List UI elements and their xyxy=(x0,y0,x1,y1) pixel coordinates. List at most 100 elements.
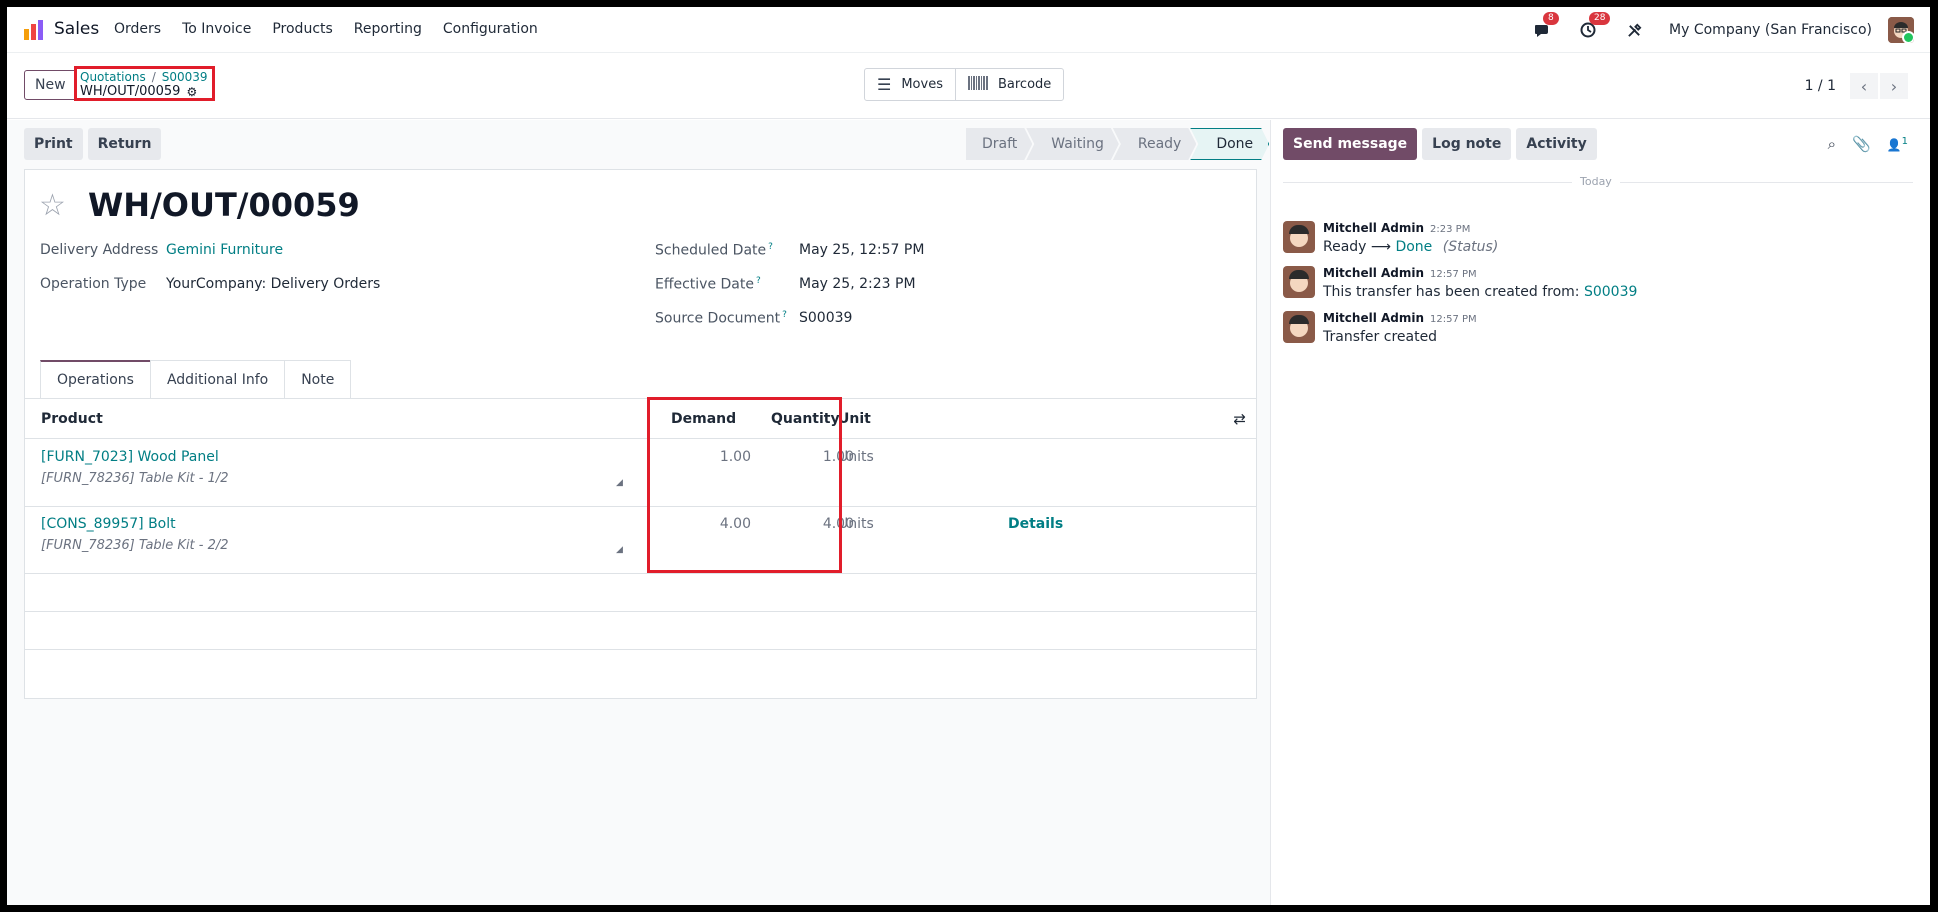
moves-label: Moves xyxy=(901,77,943,92)
breadcrumb-separator: / xyxy=(151,70,156,84)
date-separator-label: Today xyxy=(1572,175,1620,188)
barcode-icon xyxy=(967,75,988,94)
status-from: Ready xyxy=(1323,239,1367,255)
breadcrumb-quotations[interactable]: Quotations xyxy=(80,70,146,84)
star-icon[interactable]: ☆ xyxy=(39,188,66,223)
user-avatar[interactable] xyxy=(1888,17,1914,43)
scheduled-date-value[interactable]: May 25, 12:57 PM xyxy=(799,242,924,258)
delivery-address-value[interactable]: Gemini Furniture xyxy=(166,242,283,258)
main-menu: Orders To Invoice Products Reporting Con… xyxy=(114,21,559,37)
pager-value[interactable]: 1 / 1 xyxy=(1805,78,1836,94)
message-text: Transfer created xyxy=(1323,329,1438,345)
optional-columns-icon[interactable]: ⇄ xyxy=(1233,410,1246,428)
table-header: Product Demand Quantity Unit ⇄ xyxy=(25,399,1256,439)
barcode-label: Barcode xyxy=(997,77,1052,92)
help-icon[interactable]: ? xyxy=(782,310,787,320)
stage-draft[interactable]: Draft xyxy=(966,128,1032,160)
send-message-button[interactable]: Send message xyxy=(1283,128,1418,160)
author-avatar[interactable] xyxy=(1283,311,1315,343)
status-to: Done xyxy=(1395,239,1433,255)
systray: 8 28 My Company (San Francisco) xyxy=(1531,7,1930,53)
table-row[interactable]: [CONS_89957] Bolt [FURN_78236] Table Kit… xyxy=(25,507,1256,574)
scheduled-date-label: Scheduled Date? xyxy=(655,242,773,259)
new-button[interactable]: New xyxy=(24,70,77,100)
print-button[interactable]: Print xyxy=(24,128,83,160)
author-name[interactable]: Mitchell Admin xyxy=(1323,221,1424,235)
followers-icon[interactable]: 👤1 xyxy=(1887,136,1908,152)
arrow-right-icon: ⟶ xyxy=(1370,239,1396,255)
product-description[interactable]: [FURN_78236] Table Kit - 1/2 xyxy=(41,471,229,486)
effective-date-value[interactable]: May 25, 2:23 PM xyxy=(799,276,916,292)
breadcrumb-order[interactable]: S00039 xyxy=(162,70,208,84)
pager-next-icon[interactable]: › xyxy=(1880,73,1908,99)
author-name[interactable]: Mitchell Admin xyxy=(1323,311,1424,325)
sales-app-icon[interactable] xyxy=(23,19,45,41)
pager-previous-icon[interactable]: ‹ xyxy=(1850,73,1878,99)
stage-ready[interactable]: Ready xyxy=(1113,128,1196,160)
log-note-button[interactable]: Log note xyxy=(1422,128,1512,160)
message-link[interactable]: S00039 xyxy=(1584,284,1637,300)
product-link[interactable]: [FURN_7023] Wood Panel xyxy=(41,449,219,465)
activity-button[interactable]: Activity xyxy=(1516,128,1597,160)
operation-type-label: Operation Type xyxy=(40,276,147,292)
product-link[interactable]: [CONS_89957] Bolt xyxy=(41,516,176,532)
breadcrumb: Quotations / S00039 WH/OUT/00059 ⚙ xyxy=(74,66,215,101)
header-unit[interactable]: Unit xyxy=(838,411,871,427)
menu-products[interactable]: Products xyxy=(272,21,332,37)
gear-icon[interactable]: ⚙ xyxy=(186,84,197,100)
activities-icon[interactable]: 28 xyxy=(1577,12,1611,41)
form-view: Print Return Draft Waiting Ready Done ☆ … xyxy=(7,120,1270,905)
table-row[interactable]: [FURN_7023] Wood Panel [FURN_78236] Tabl… xyxy=(25,440,1256,507)
effective-date-label: Effective Date? xyxy=(655,276,761,293)
status-field: (Status) xyxy=(1442,239,1499,255)
paperclip-icon[interactable]: 📎 xyxy=(1852,135,1871,153)
stage-waiting[interactable]: Waiting xyxy=(1026,128,1119,160)
smart-buttons: ☰ Moves Barcode xyxy=(864,68,1065,101)
tab-operations[interactable]: Operations xyxy=(40,360,151,398)
app-name[interactable]: Sales xyxy=(54,19,99,39)
source-document-value[interactable]: S00039 xyxy=(799,310,852,326)
source-document-label: Source Document? xyxy=(655,310,787,327)
product-description[interactable]: [FURN_78236] Table Kit - 2/2 xyxy=(41,538,229,553)
chatter-tools: ⌕ 📎 👤1 xyxy=(1812,135,1908,153)
message-time: 12:57 PM xyxy=(1430,269,1477,280)
author-avatar[interactable] xyxy=(1283,221,1315,253)
menu-orders[interactable]: Orders xyxy=(114,21,161,37)
empty-row xyxy=(25,574,1256,612)
stage-done[interactable]: Done xyxy=(1190,128,1269,160)
message-body: Ready ⟶ Done (Status) xyxy=(1323,239,1498,255)
company-switcher[interactable]: My Company (San Francisco) xyxy=(1669,22,1872,38)
help-icon[interactable]: ? xyxy=(756,276,761,286)
menu-reporting[interactable]: Reporting xyxy=(354,21,422,37)
top-navbar: Sales Orders To Invoice Products Reporti… xyxy=(7,7,1930,53)
breadcrumb-current: WH/OUT/00059 xyxy=(80,84,181,99)
unit-value: Units xyxy=(838,449,874,465)
header-product[interactable]: Product xyxy=(41,411,103,427)
help-icon[interactable]: ? xyxy=(768,242,773,252)
author-name[interactable]: Mitchell Admin xyxy=(1323,266,1424,280)
tab-note[interactable]: Note xyxy=(284,360,352,398)
delivery-address-label: Delivery Address xyxy=(40,242,159,258)
resize-handle-icon[interactable]: ◢ xyxy=(616,545,623,555)
chatter-panel: Send message Log note Activity ⌕ 📎 👤1 To… xyxy=(1270,120,1930,905)
menu-configuration[interactable]: Configuration xyxy=(443,21,538,37)
tab-additional-info[interactable]: Additional Info xyxy=(149,360,286,398)
form-sheet: ☆ WH/OUT/00059 Delivery Address Gemini F… xyxy=(24,169,1257,699)
moves-button[interactable]: ☰ Moves xyxy=(865,69,955,100)
return-button[interactable]: Return xyxy=(87,128,162,160)
details-button[interactable]: Details xyxy=(1008,516,1063,532)
message-body: Transfer created xyxy=(1323,329,1437,345)
message-body: This transfer has been created from: S00… xyxy=(1323,284,1637,300)
author-avatar[interactable] xyxy=(1283,266,1315,298)
messages-icon[interactable]: 8 xyxy=(1531,12,1559,41)
operation-type-value[interactable]: YourCompany: Delivery Orders xyxy=(166,276,380,292)
debug-tools-icon[interactable] xyxy=(1623,19,1645,41)
empty-row xyxy=(25,612,1256,650)
resize-handle-icon[interactable]: ◢ xyxy=(616,478,623,488)
search-icon[interactable]: ⌕ xyxy=(1828,135,1836,153)
pager: 1 / 1 ‹ › xyxy=(1805,73,1908,99)
form-actions: Print Return xyxy=(24,128,166,160)
message-time: 2:23 PM xyxy=(1430,224,1471,235)
barcode-button[interactable]: Barcode xyxy=(954,69,1063,100)
menu-to-invoice[interactable]: To Invoice xyxy=(182,21,251,37)
